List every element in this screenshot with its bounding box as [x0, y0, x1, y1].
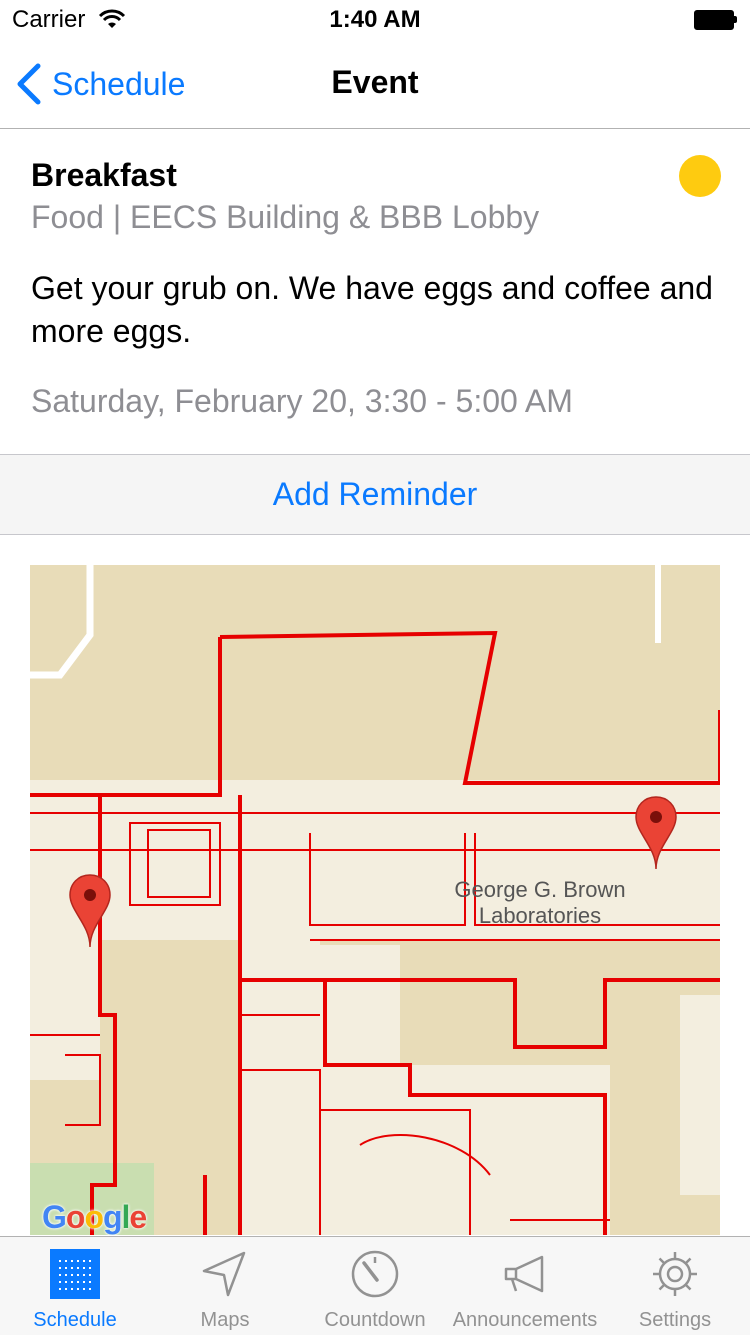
map-label-line2: Laboratories: [478, 903, 602, 928]
event-subtitle: Food | EECS Building & BBB Lobby: [31, 199, 540, 235]
map-building-label: George G. Brown Laboratories: [450, 877, 630, 929]
event-title: Breakfast: [31, 157, 177, 193]
status-time: 1:40 AM: [329, 6, 421, 33]
grid-icon: [50, 1249, 100, 1299]
map-pin-icon[interactable]: [68, 873, 112, 949]
reminder-bar: Add Reminder: [0, 454, 750, 535]
location-arrow-icon: [202, 1251, 246, 1297]
navigation-bar: Schedule Event: [0, 40, 750, 129]
gear-icon: [653, 1252, 697, 1296]
add-reminder-button[interactable]: Add Reminder: [0, 476, 750, 513]
event-category-dot: [679, 155, 721, 197]
tab-schedule[interactable]: Schedule: [0, 1237, 150, 1335]
map-label-line1: George G. Brown: [454, 877, 626, 902]
status-bar: Carrier 1:40 AM: [0, 0, 750, 40]
event-description: Get your grub on. We have eggs and coffe…: [31, 270, 713, 349]
map-pin-icon[interactable]: [634, 795, 678, 871]
tab-maps[interactable]: Maps: [150, 1237, 300, 1335]
tab-label-countdown: Countdown: [324, 1309, 426, 1331]
tab-announcements[interactable]: Announcements: [450, 1237, 600, 1335]
tab-countdown[interactable]: Countdown: [300, 1237, 450, 1335]
map-view[interactable]: George G. Brown Laboratories Google: [30, 565, 720, 1235]
tab-bar: Schedule Maps Countdown Announcements Se…: [0, 1236, 750, 1335]
tab-label-schedule: Schedule: [33, 1309, 117, 1331]
battery-icon: [694, 10, 738, 30]
page-title: Event: [331, 64, 419, 100]
tab-label-maps: Maps: [200, 1309, 250, 1331]
megaphone-icon: [504, 1255, 544, 1293]
google-logo: Google: [42, 1199, 147, 1235]
tab-label-settings: Settings: [638, 1309, 712, 1331]
tab-label-announcements: Announcements: [452, 1309, 598, 1331]
tab-settings[interactable]: Settings: [600, 1237, 750, 1335]
event-time: Saturday, February 20, 3:30 - 5:00 AM: [31, 383, 573, 419]
event-details: Breakfast Food | EECS Building & BBB Lob…: [0, 129, 750, 453]
timer-icon: [351, 1250, 399, 1298]
